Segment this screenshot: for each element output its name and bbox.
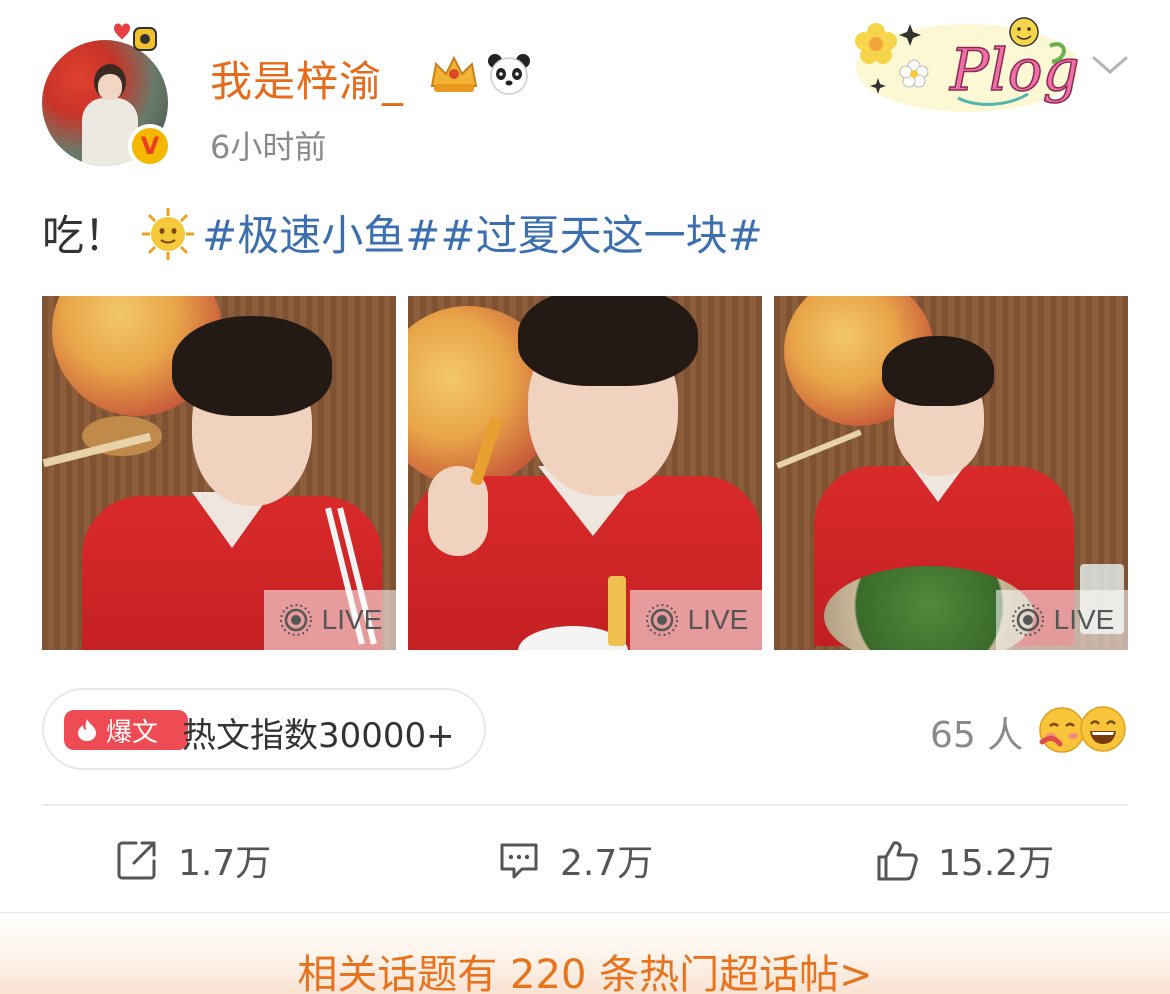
- share-icon: [117, 841, 156, 880]
- plog-sticker-icon: Plog: [855, 17, 1078, 112]
- related-topics-link[interactable]: 相关话题有 220 条热门超话帖>: [0, 942, 1170, 994]
- flame-icon: [78, 719, 96, 741]
- live-badge[interactable]: LIVE: [264, 590, 396, 650]
- chevron-down-icon[interactable]: [1090, 50, 1130, 80]
- post-text: 吃！ #极速小鱼##过夏天这一块#: [42, 202, 763, 263]
- live-label: LIVE: [687, 604, 749, 635]
- live-label: LIVE: [1053, 604, 1115, 635]
- avatar-sticker-icon: [114, 23, 157, 51]
- post-photo-1[interactable]: LIVE: [42, 296, 396, 650]
- crown-icon: [428, 52, 480, 105]
- panda-icon: [488, 54, 530, 95]
- live-badge[interactable]: LIVE: [996, 590, 1128, 650]
- hot-badge: 爆文: [64, 710, 188, 750]
- live-photo-icon: [279, 604, 312, 636]
- like-button[interactable]: 15.2万: [874, 832, 1054, 888]
- verified-badge: V: [128, 124, 172, 168]
- comment-icon: [500, 843, 538, 879]
- post-body: 吃！: [42, 211, 127, 260]
- comment-button[interactable]: 2.7万: [496, 832, 653, 888]
- live-badge[interactable]: LIVE: [630, 590, 762, 650]
- repost-button[interactable]: 1.7万: [114, 832, 271, 888]
- reaction-count[interactable]: 65 人: [930, 706, 1023, 758]
- sun-face-icon: [142, 208, 195, 260]
- like-count: 15.2万: [938, 843, 1055, 884]
- post-time: 6小时前: [210, 128, 327, 166]
- post-photo-3[interactable]: LIVE: [774, 296, 1128, 650]
- thumbs-up-icon: [877, 841, 918, 881]
- username[interactable]: 我是梓渝_: [210, 48, 404, 109]
- comment-count: 2.7万: [560, 843, 654, 884]
- post-photo-2[interactable]: LIVE: [408, 296, 762, 650]
- live-photo-icon: [645, 604, 678, 636]
- live-label: LIVE: [321, 604, 383, 635]
- topic-links[interactable]: #极速小鱼##过夏天这一块#: [202, 211, 763, 260]
- hot-index-text: 热文指数30000+: [182, 716, 455, 756]
- laughing-face-icon[interactable]: [1078, 704, 1128, 754]
- hot-badge-label: 爆文: [106, 717, 159, 748]
- hot-index-pill[interactable]: 爆文 热文指数30000+: [42, 688, 486, 770]
- repost-count: 1.7万: [178, 843, 272, 884]
- live-photo-icon: [1011, 604, 1044, 636]
- divider: [42, 804, 1128, 806]
